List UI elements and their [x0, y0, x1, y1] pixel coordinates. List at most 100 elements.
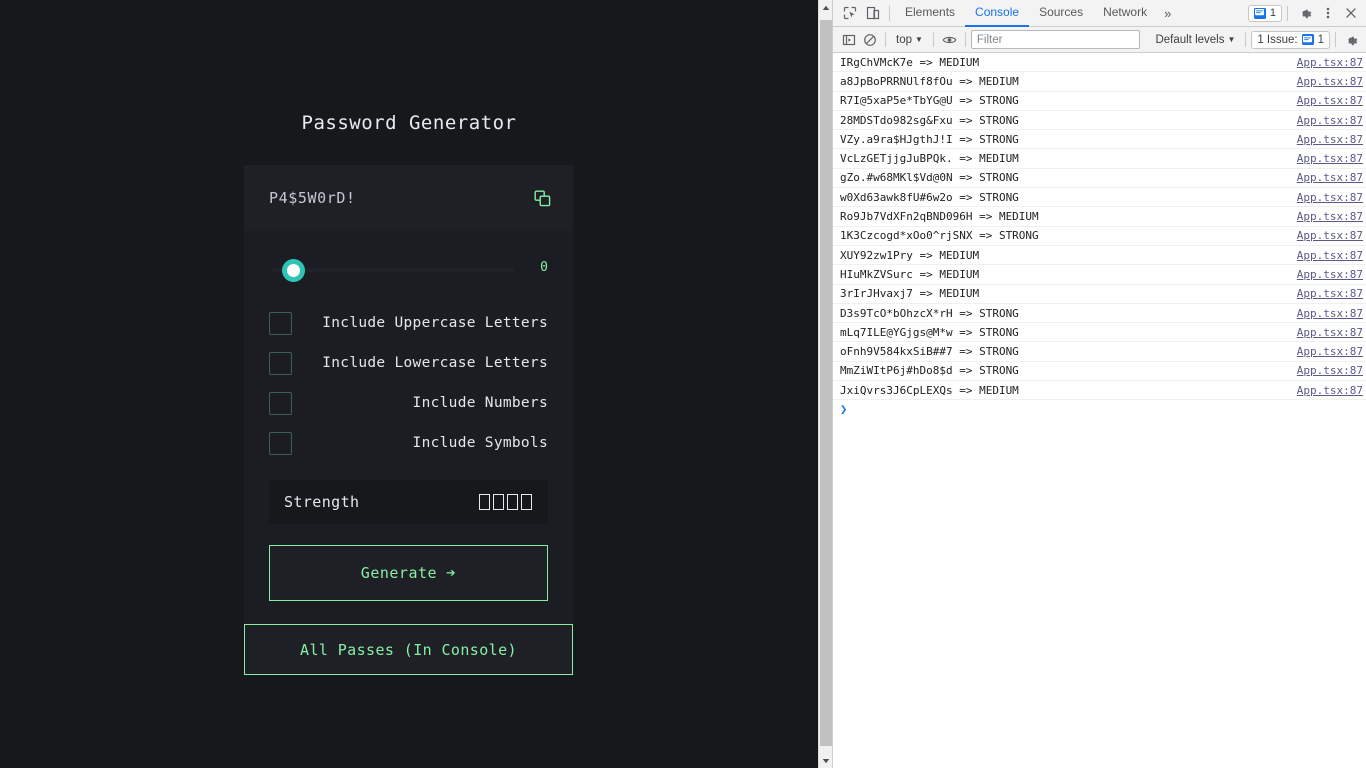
strength-label: Strength — [284, 493, 360, 511]
console-log-row[interactable]: HIuMkZVSurc => MEDIUM App.tsx:87 — [833, 265, 1366, 285]
length-slider-value: 0 — [540, 260, 548, 275]
console-sidebar-icon-glyph — [842, 34, 855, 45]
log-levels-select[interactable]: Default levels ▼ — [1150, 30, 1240, 49]
console-log-source-link[interactable]: App.tsx:87 — [1297, 94, 1363, 107]
console-log-source-link[interactable]: App.tsx:87 — [1297, 210, 1363, 223]
page-title: Password Generator — [301, 112, 517, 134]
gear-icon[interactable] — [1293, 2, 1316, 25]
console-log-source-link[interactable]: App.tsx:87 — [1297, 75, 1363, 88]
option-label-uppercase: Include Uppercase Letters — [322, 315, 548, 331]
console-filter-input[interactable] — [970, 30, 1141, 49]
console-log-message: a8JpBoPRRNUlf8fOu => MEDIUM — [840, 74, 1019, 88]
console-settings-icon[interactable] — [1341, 28, 1362, 51]
console-settings-icon-glyph — [1348, 36, 1358, 45]
scrollbar-thumb[interactable] — [820, 20, 832, 746]
console-log-source-link[interactable]: App.tsx:87 — [1297, 384, 1363, 397]
page-viewport: Password Generator P4$5W0rD! 0 Include U… — [0, 0, 832, 768]
copy-icon[interactable] — [531, 187, 553, 209]
live-expression-icon[interactable] — [939, 28, 960, 51]
length-slider-thumb[interactable] — [283, 259, 304, 281]
message-chip-icon — [1253, 7, 1266, 19]
checkbox-include-symbols[interactable] — [269, 431, 292, 455]
console-log-source-link[interactable]: App.tsx:87 — [1297, 287, 1363, 300]
more-options-icon[interactable] — [1316, 2, 1339, 25]
checkbox-include-uppercase[interactable] — [269, 311, 292, 335]
console-log-source-link[interactable]: App.tsx:87 — [1297, 56, 1363, 69]
password-generator-app: Password Generator P4$5W0rD! 0 Include U… — [0, 0, 818, 768]
scroll-down-arrow-icon[interactable] — [819, 753, 832, 768]
clear-console-icon[interactable] — [859, 28, 880, 51]
console-log-message: IRgChVMcK7e => MEDIUM — [840, 55, 980, 69]
console-log-row[interactable]: JxiQvrs3J6CpLEXQs => MEDIUM App.tsx:87 — [833, 381, 1366, 401]
console-log-row[interactable]: D3s9TcO*bOhzcX*rH => STRONG App.tsx:87 — [833, 304, 1366, 324]
tab-sources[interactable]: Sources — [1029, 0, 1093, 27]
console-log-source-link[interactable]: App.tsx:87 — [1297, 268, 1363, 281]
generator-panel: P4$5W0rD! 0 Include Uppercase Letters In… — [244, 165, 573, 625]
generate-button[interactable]: Generate ➔ — [269, 545, 548, 601]
console-log-source-link[interactable]: App.tsx:87 — [1297, 249, 1363, 262]
console-log-message: JxiQvrs3J6CpLEXQs => MEDIUM — [840, 383, 1019, 397]
console-log-row[interactable]: XUY92zw1Pry => MEDIUM App.tsx:87 — [833, 246, 1366, 266]
more-options-icon-glyph — [1326, 7, 1329, 19]
console-log-row[interactable]: w0Xd63awk8fU#6w2o => STRONG App.tsx:87 — [833, 188, 1366, 208]
console-log-message: MmZiWItP6j#hDo8$d => STRONG — [840, 364, 1019, 378]
option-label-symbols: Include Symbols — [412, 435, 548, 451]
scroll-up-arrow-icon[interactable] — [819, 0, 832, 15]
console-log-message: gZo.#w68MKl$Vd@0N => STRONG — [840, 171, 1019, 185]
more-tabs-icon[interactable]: » — [1157, 0, 1178, 27]
console-log-message: mLq7ILE@YGjgs@M*w => STRONG — [840, 325, 1019, 339]
inspect-element-icon[interactable] — [838, 2, 861, 25]
console-log-row[interactable]: MmZiWItP6j#hDo8$d => STRONG App.tsx:87 — [833, 362, 1366, 382]
console-log-row[interactable]: VcLzGETjjgJuBPQk. => MEDIUM App.tsx:87 — [833, 149, 1366, 169]
tab-network[interactable]: Network — [1093, 0, 1157, 27]
tab-console[interactable]: Console — [965, 0, 1030, 27]
console-log-row[interactable]: a8JpBoPRRNUlf8fOu => MEDIUM App.tsx:87 — [833, 72, 1366, 92]
toolbar-divider — [885, 32, 887, 47]
console-log-row[interactable]: oFnh9V584kxSiB##7 => STRONG App.tsx:87 — [833, 342, 1366, 362]
console-log-row[interactable]: 1K3Czcogd*xOo0^rjSNX => STRONG App.tsx:87 — [833, 227, 1366, 246]
console-log-source-link[interactable]: App.tsx:87 — [1297, 114, 1363, 127]
console-log-source-link[interactable]: App.tsx:87 — [1297, 326, 1363, 339]
all-passes-button[interactable]: All Passes (In Console) — [244, 624, 573, 675]
console-log-message: R7I@5xaP5e*TbYG@U => STRONG — [840, 94, 1019, 108]
option-row-lowercase: Include Lowercase Letters — [269, 343, 548, 383]
console-log-source-link[interactable]: App.tsx:87 — [1297, 191, 1363, 204]
console-log-source-link[interactable]: App.tsx:87 — [1297, 133, 1363, 146]
console-log-source-link[interactable]: App.tsx:87 — [1297, 229, 1363, 242]
console-log-row[interactable]: gZo.#w68MKl$Vd@0N => STRONG App.tsx:87 — [833, 169, 1366, 189]
console-log-source-link[interactable]: App.tsx:87 — [1297, 307, 1363, 320]
checkbox-include-lowercase[interactable] — [269, 351, 292, 375]
console-log-source-link[interactable]: App.tsx:87 — [1297, 152, 1363, 165]
console-log-source-link[interactable]: App.tsx:87 — [1297, 171, 1363, 184]
console-prompt-caret: ❯ — [840, 402, 848, 417]
clear-console-icon-glyph — [863, 33, 876, 46]
console-sidebar-icon[interactable] — [838, 28, 859, 51]
console-log-row[interactable]: R7I@5xaP5e*TbYG@U => STRONG App.tsx:87 — [833, 92, 1366, 111]
copy-icon-glyph — [534, 190, 550, 206]
console-log-message: VcLzGETjjgJuBPQk. => MEDIUM — [840, 152, 1019, 166]
device-toolbar-icon[interactable] — [861, 2, 884, 25]
console-log-message: oFnh9V584kxSiB##7 => STRONG — [840, 345, 1019, 359]
console-log-row[interactable]: 3rIrJHvaxj7 => MEDIUM App.tsx:87 — [833, 285, 1366, 304]
password-display-row: P4$5W0rD! — [244, 165, 573, 231]
execution-context-select[interactable]: top ▼ — [891, 30, 928, 49]
length-slider-track[interactable] — [271, 268, 514, 272]
close-icon[interactable] — [1339, 2, 1362, 25]
messages-badge[interactable]: 1 — [1247, 4, 1282, 22]
console-log-row[interactable]: Ro9Jb7VdXFn2qBND096H => MEDIUM App.tsx:87 — [833, 207, 1366, 227]
console-log-row[interactable]: VZy.a9ra$HJgthJ!I => STRONG App.tsx:87 — [833, 130, 1366, 150]
issues-counter[interactable]: 1 Issue: 1 — [1251, 30, 1331, 49]
console-prompt-row[interactable]: ❯ — [833, 400, 1366, 418]
page-scrollbar[interactable] — [818, 0, 832, 768]
checkbox-include-numbers[interactable] — [269, 391, 292, 415]
console-log-row[interactable]: 28MDSTdo982sg&Fxu => STRONG App.tsx:87 — [833, 111, 1366, 131]
messages-badge-count: 1 — [1269, 7, 1276, 19]
tab-elements[interactable]: Elements — [895, 0, 965, 27]
console-log-list[interactable]: IRgChVMcK7e => MEDIUM App.tsx:87 a8JpBoPRR… — [833, 53, 1366, 768]
console-log-row[interactable]: mLq7ILE@YGjgs@M*w => STRONG App.tsx:87 — [833, 323, 1366, 343]
console-log-message: w0Xd63awk8fU#6w2o => STRONG — [840, 190, 1019, 204]
console-log-source-link[interactable]: App.tsx:87 — [1297, 364, 1363, 377]
console-log-row[interactable]: IRgChVMcK7e => MEDIUM App.tsx:87 — [833, 53, 1366, 73]
console-log-source-link[interactable]: App.tsx:87 — [1297, 345, 1363, 358]
toolbar-divider — [1335, 32, 1336, 47]
